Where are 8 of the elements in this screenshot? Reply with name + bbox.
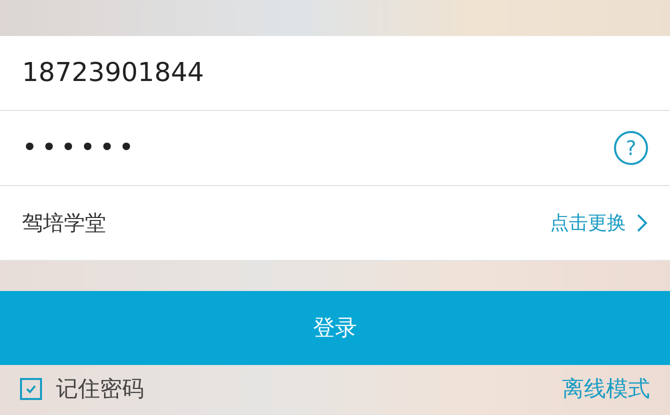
remember-checkbox[interactable] bbox=[20, 378, 42, 400]
remember-label: 记住密码 bbox=[56, 376, 145, 404]
chevron-right-icon bbox=[636, 213, 648, 233]
password-field[interactable]: •••••• ? bbox=[0, 111, 670, 186]
school-name: 驾培学堂 bbox=[22, 210, 107, 237]
password-input[interactable]: •••••• bbox=[22, 133, 614, 163]
phone-field[interactable]: 18723901844 bbox=[0, 36, 670, 111]
phone-input[interactable]: 18723901844 bbox=[22, 58, 648, 88]
